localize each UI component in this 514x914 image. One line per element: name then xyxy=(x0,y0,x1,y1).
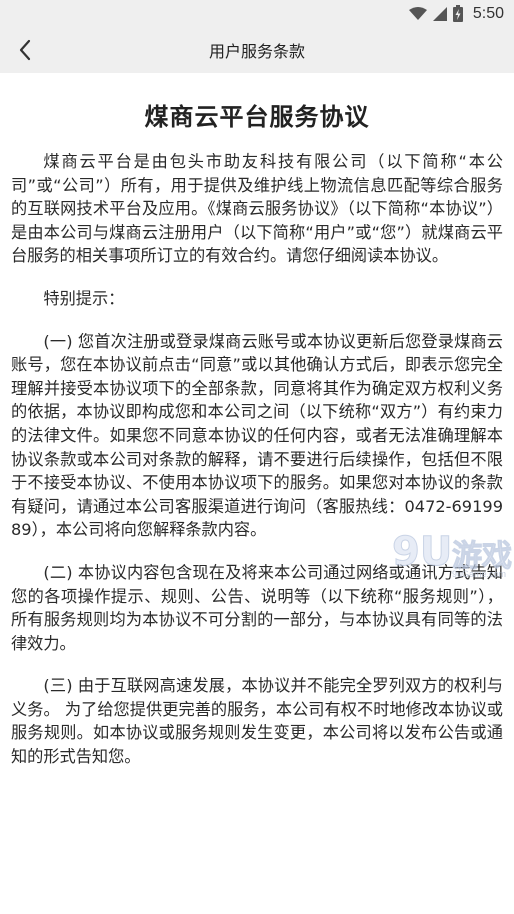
back-button[interactable] xyxy=(10,35,40,65)
clause-1-paragraph: (一) 您首次注册或登录煤商云账号或本协议更新后您登录煤商云账号，您在本协议前点… xyxy=(11,331,503,540)
battery-charging-icon xyxy=(452,5,463,22)
special-notice-heading: 特别提示： xyxy=(43,288,125,308)
document-title: 煤商云平台服务协议 xyxy=(144,103,370,131)
chevron-left-icon xyxy=(19,39,31,61)
page-title: 用户服务条款 xyxy=(208,42,305,61)
status-bar: 5:50 xyxy=(0,0,514,27)
agreement-content: 煤商云平台服务协议 煤商云平台是由包头市助友科技有限公司（以下简称“本公司”或“… xyxy=(0,97,514,769)
clause-3-paragraph: (三) 由于互联网高速发展，本协议并不能完全罗列双方的权利与义务。 为了给您提供… xyxy=(11,676,503,767)
intro-paragraph: 煤商云平台是由包头市助友科技有限公司（以下简称“本公司”或“公司”）所有，用于提… xyxy=(11,152,503,266)
status-time: 5:50 xyxy=(472,4,504,22)
wifi-icon xyxy=(408,6,427,21)
clause-2-paragraph: (二) 本协议内容包含现在及将来本公司通过网络或通讯方式告知您的各项操作提示、规… xyxy=(11,562,503,653)
app-header: 用户服务条款 xyxy=(0,27,514,73)
cellular-signal-icon xyxy=(432,6,447,21)
